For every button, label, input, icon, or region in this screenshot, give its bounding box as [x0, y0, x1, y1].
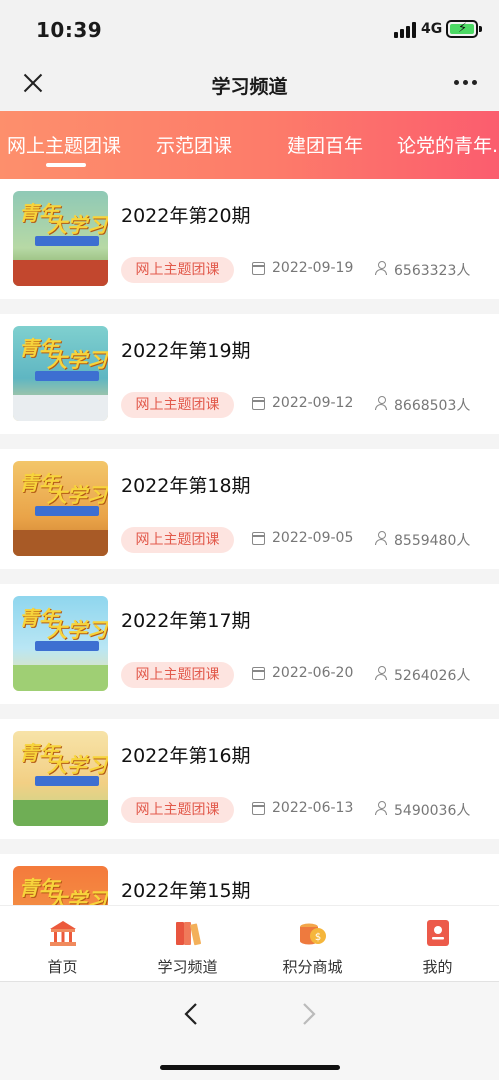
- view-count: 5490036人: [394, 803, 471, 819]
- cover-image: 青年 大学习: [13, 191, 108, 286]
- view-count: 6563323人: [394, 263, 471, 279]
- item-date: 2022-09-12: [272, 395, 354, 411]
- item-title: 2022年第15期: [121, 880, 251, 902]
- browser-toolbar: [0, 981, 499, 1080]
- cover-image: 青年 大学习: [13, 461, 108, 556]
- forward-icon[interactable]: [302, 1002, 316, 1026]
- svg-text:$: $: [315, 932, 321, 943]
- view-count: 5264026人: [394, 668, 471, 684]
- home-icon: [50, 921, 76, 946]
- user-icon: [375, 261, 387, 275]
- user-icon: [375, 801, 387, 815]
- page-title: 学习频道: [211, 76, 288, 98]
- category-tag: 网上主题团课: [121, 257, 234, 283]
- tab-party-youth[interactable]: 论党的青年...: [397, 131, 499, 158]
- tab-model-course[interactable]: 示范团课: [156, 131, 232, 158]
- nav-bar: 学习频道: [0, 60, 499, 110]
- calendar-icon: [252, 397, 265, 410]
- cover-image: 青年 大学习: [13, 731, 108, 826]
- category-tag: 网上主题团课: [121, 527, 234, 553]
- category-tag: 网上主题团课: [121, 662, 234, 688]
- item-title: 2022年第18期: [121, 475, 251, 497]
- home-indicator: [160, 1065, 340, 1070]
- category-tag: 网上主题团课: [121, 797, 234, 823]
- tab-online-theme-course[interactable]: 网上主题团课: [7, 131, 121, 158]
- bottom-tab-home[interactable]: 首页: [0, 906, 125, 982]
- bottom-tab-bar: 首页 学习频道 $ 积分商城 我的: [0, 905, 499, 981]
- bottom-tab-label: 我的: [422, 958, 453, 976]
- active-tab-indicator: [46, 163, 86, 167]
- user-icon: [375, 396, 387, 410]
- back-icon[interactable]: [184, 1002, 198, 1026]
- coins-icon: $: [300, 923, 326, 945]
- category-tag: 网上主题团课: [121, 392, 234, 418]
- bottom-tab-label: 积分商城: [282, 958, 343, 976]
- list-item[interactable]: 青年 大学习 2022年第16期 网上主题团课 2022-06-13 549003…: [0, 719, 499, 839]
- item-title: 2022年第16期: [121, 745, 251, 767]
- battery-icon: ⚡: [446, 20, 482, 38]
- tab-centenary[interactable]: 建团百年: [287, 131, 363, 158]
- user-icon: [375, 666, 387, 680]
- item-title: 2022年第20期: [121, 205, 251, 227]
- item-date: 2022-09-19: [272, 260, 354, 276]
- page: 10:39 4G ⚡ 学习频道 网上主题团课 示范团课 建团百年 论党的青年..…: [0, 0, 499, 1080]
- list-item[interactable]: 青年 大学习 2022年第17期 网上主题团课 2022-06-20 526402…: [0, 584, 499, 704]
- calendar-icon: [252, 262, 265, 275]
- list-item[interactable]: 青年 大学习 2022年第19期 网上主题团课 2022-09-12 866850…: [0, 314, 499, 434]
- view-count: 8559480人: [394, 533, 471, 549]
- cover-image: 青年 大学习: [13, 326, 108, 421]
- calendar-icon: [252, 802, 265, 815]
- status-bar: 10:39 4G ⚡: [0, 0, 499, 60]
- calendar-icon: [252, 532, 265, 545]
- calendar-icon: [252, 667, 265, 680]
- item-date: 2022-06-13: [272, 800, 354, 816]
- category-tabs: 网上主题团课 示范团课 建团百年 论党的青年...: [0, 111, 499, 179]
- user-icon: [375, 531, 387, 545]
- list-item[interactable]: 青年 大学习 2022年第18期 网上主题团课 2022-09-05 855948…: [0, 449, 499, 569]
- bottom-tab-mall[interactable]: $ 积分商城: [250, 906, 375, 982]
- item-date: 2022-06-20: [272, 665, 354, 681]
- profile-icon: [427, 920, 449, 946]
- bottom-tab-learning[interactable]: 学习频道: [125, 906, 250, 982]
- list-item[interactable]: 青年 大学习 2022年第20期 网上主题团课 2022-09-19 656332…: [0, 179, 499, 299]
- bottom-tab-label: 首页: [47, 958, 78, 976]
- network-label: 4G: [421, 21, 443, 37]
- item-title: 2022年第17期: [121, 610, 251, 632]
- view-count: 8668503人: [394, 398, 471, 414]
- item-title: 2022年第19期: [121, 340, 251, 362]
- books-icon: [176, 922, 202, 946]
- status-time: 10:39: [36, 18, 103, 42]
- more-icon[interactable]: [454, 80, 478, 86]
- item-date: 2022-09-05: [272, 530, 354, 546]
- cover-image: 青年 大学习: [13, 596, 108, 691]
- bottom-tab-mine[interactable]: 我的: [375, 906, 499, 982]
- bottom-tab-label: 学习频道: [157, 958, 218, 976]
- signal-icon: [394, 22, 416, 38]
